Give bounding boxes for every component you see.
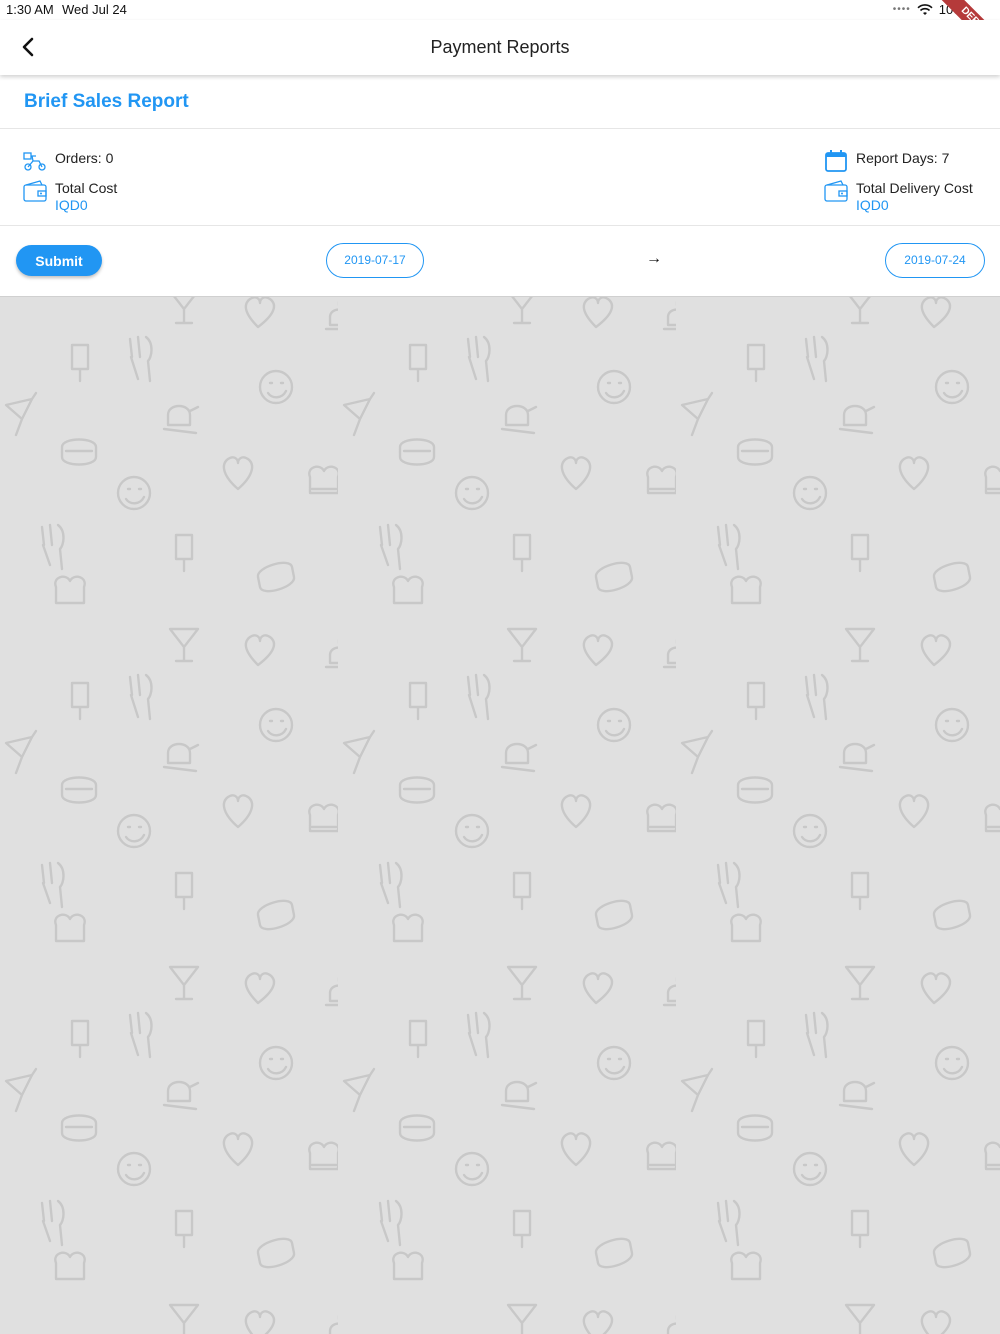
end-date-button[interactable]: 2019-07-24: [885, 243, 985, 278]
total-cost-label: Total Cost: [55, 180, 118, 196]
calendar-icon: [825, 150, 847, 172]
orders-label: Orders: 0: [55, 150, 114, 166]
pattern-svg: [0, 297, 1000, 1334]
status-bar: 1:30 AM Wed Jul 24 •••• 100%: [0, 0, 1000, 20]
wifi-icon: [917, 3, 933, 15]
arrow-right-icon: →: [646, 250, 662, 267]
total-delivery-cost-text: Total Delivery Cost IQD0: [856, 180, 973, 213]
pattern-fill: [0, 297, 1000, 1334]
total-delivery-cost-label: Total Delivery Cost: [856, 180, 973, 196]
total-cost-text: Total Cost IQD0: [55, 180, 117, 213]
wallet-icon: [23, 180, 47, 202]
total-delivery-cost-row: Total Delivery Cost IQD0: [824, 180, 973, 213]
orders-row: Orders: 0: [23, 150, 113, 172]
scooter-icon: [23, 152, 46, 171]
status-date: Wed Jul 24: [62, 2, 127, 17]
wallet-icon: [824, 180, 848, 202]
divider-middle: [0, 225, 1000, 226]
report-days-row: Report Days: 7: [824, 150, 949, 172]
signal-dots-icon: ••••: [892, 4, 911, 15]
status-time: 1:30 AM: [6, 2, 54, 17]
submit-button[interactable]: Submit: [16, 245, 102, 276]
total-cost-row: Total Cost IQD0: [23, 180, 117, 213]
page-title: Payment Reports: [430, 37, 570, 57]
report-days-label: Report Days: 7: [856, 150, 950, 166]
total-cost-value: IQD0: [55, 197, 88, 213]
app-bar: Payment Reports: [0, 20, 1000, 75]
total-delivery-cost-value: IQD0: [856, 197, 889, 213]
report-title: Brief Sales Report: [24, 91, 189, 112]
food-pattern-background: [0, 296, 1000, 1334]
divider-top: [0, 128, 1000, 129]
start-date-button[interactable]: 2019-07-17: [326, 243, 424, 278]
